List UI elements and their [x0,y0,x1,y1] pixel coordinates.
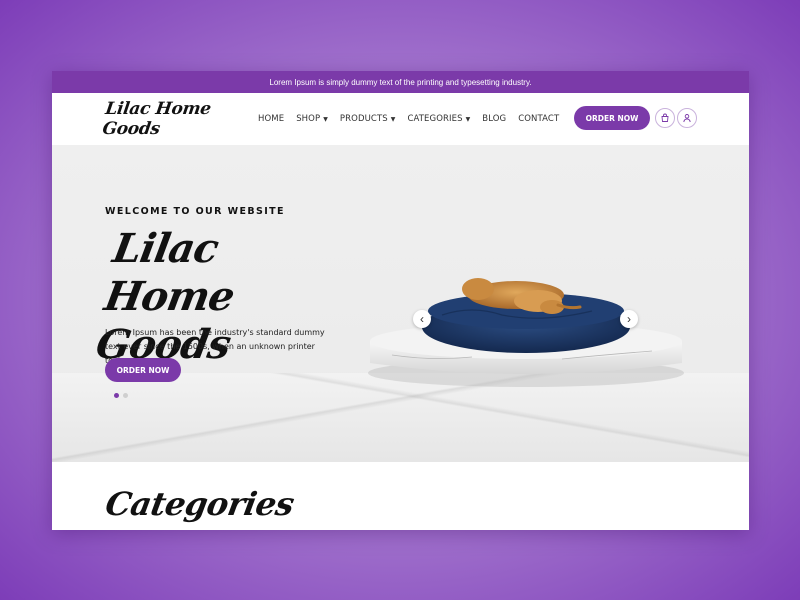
hero-order-now-button[interactable]: ORDER NOW [105,358,181,382]
nav-label: SHOP [296,114,321,124]
nav-item-blog[interactable]: BLOG [482,114,506,124]
hero-slider: WELCOME TO OUR WEBSITE Lilac Home Goods … [52,145,749,462]
slider-prev-button[interactable]: ‹ [413,310,431,328]
hero-welcome-text: WELCOME TO OUR WEBSITE [105,206,285,217]
chevron-left-icon: ‹ [420,312,424,326]
header-order-now-button[interactable]: ORDER NOW [574,106,650,130]
caret-down-icon: ▼ [390,115,396,123]
nav-label: CATEGORIES [407,114,463,124]
slider-dot-2[interactable] [123,393,128,398]
user-icon[interactable] [677,108,697,128]
nav-item-shop[interactable]: SHOP ▼ [296,114,328,124]
hero-product-image [368,278,684,387]
nav-item-contact[interactable]: CONTACT [518,114,559,124]
slider-next-button[interactable]: › [620,310,638,328]
categories-heading: Categories [102,485,297,523]
nav-item-home[interactable]: HOME [258,114,284,124]
slider-dot-1[interactable] [114,393,119,398]
shopping-bag-icon[interactable] [655,108,675,128]
main-nav: HOME SHOP ▼ PRODUCTS ▼ CATEGORIES ▼ BLOG CO… [258,114,571,124]
nav-label: HOME [258,114,285,124]
caret-down-icon: ▼ [323,115,328,123]
nav-item-products[interactable]: PRODUCTS ▼ [340,114,396,124]
slider-dots [114,393,128,398]
site-header: Lilac Home Goods HOME SHOP ▼ PRODUCTS ▼ CA… [52,93,749,145]
nav-label: BLOG [482,114,507,124]
announcement-bar: Lorem Ipsum is simply dummy text of the … [52,71,749,93]
nav-label: CONTACT [518,114,560,124]
caret-down-icon: ▼ [465,115,471,123]
nav-label: PRODUCTS [339,114,388,124]
chevron-right-icon: › [627,312,631,326]
announcement-text: Lorem Ipsum is simply dummy text of the … [269,77,532,87]
website-frame: Lorem Ipsum is simply dummy text of the … [52,71,749,530]
nav-item-categories[interactable]: CATEGORIES ▼ [407,114,470,124]
site-logo[interactable]: Lilac Home Goods [101,99,261,139]
